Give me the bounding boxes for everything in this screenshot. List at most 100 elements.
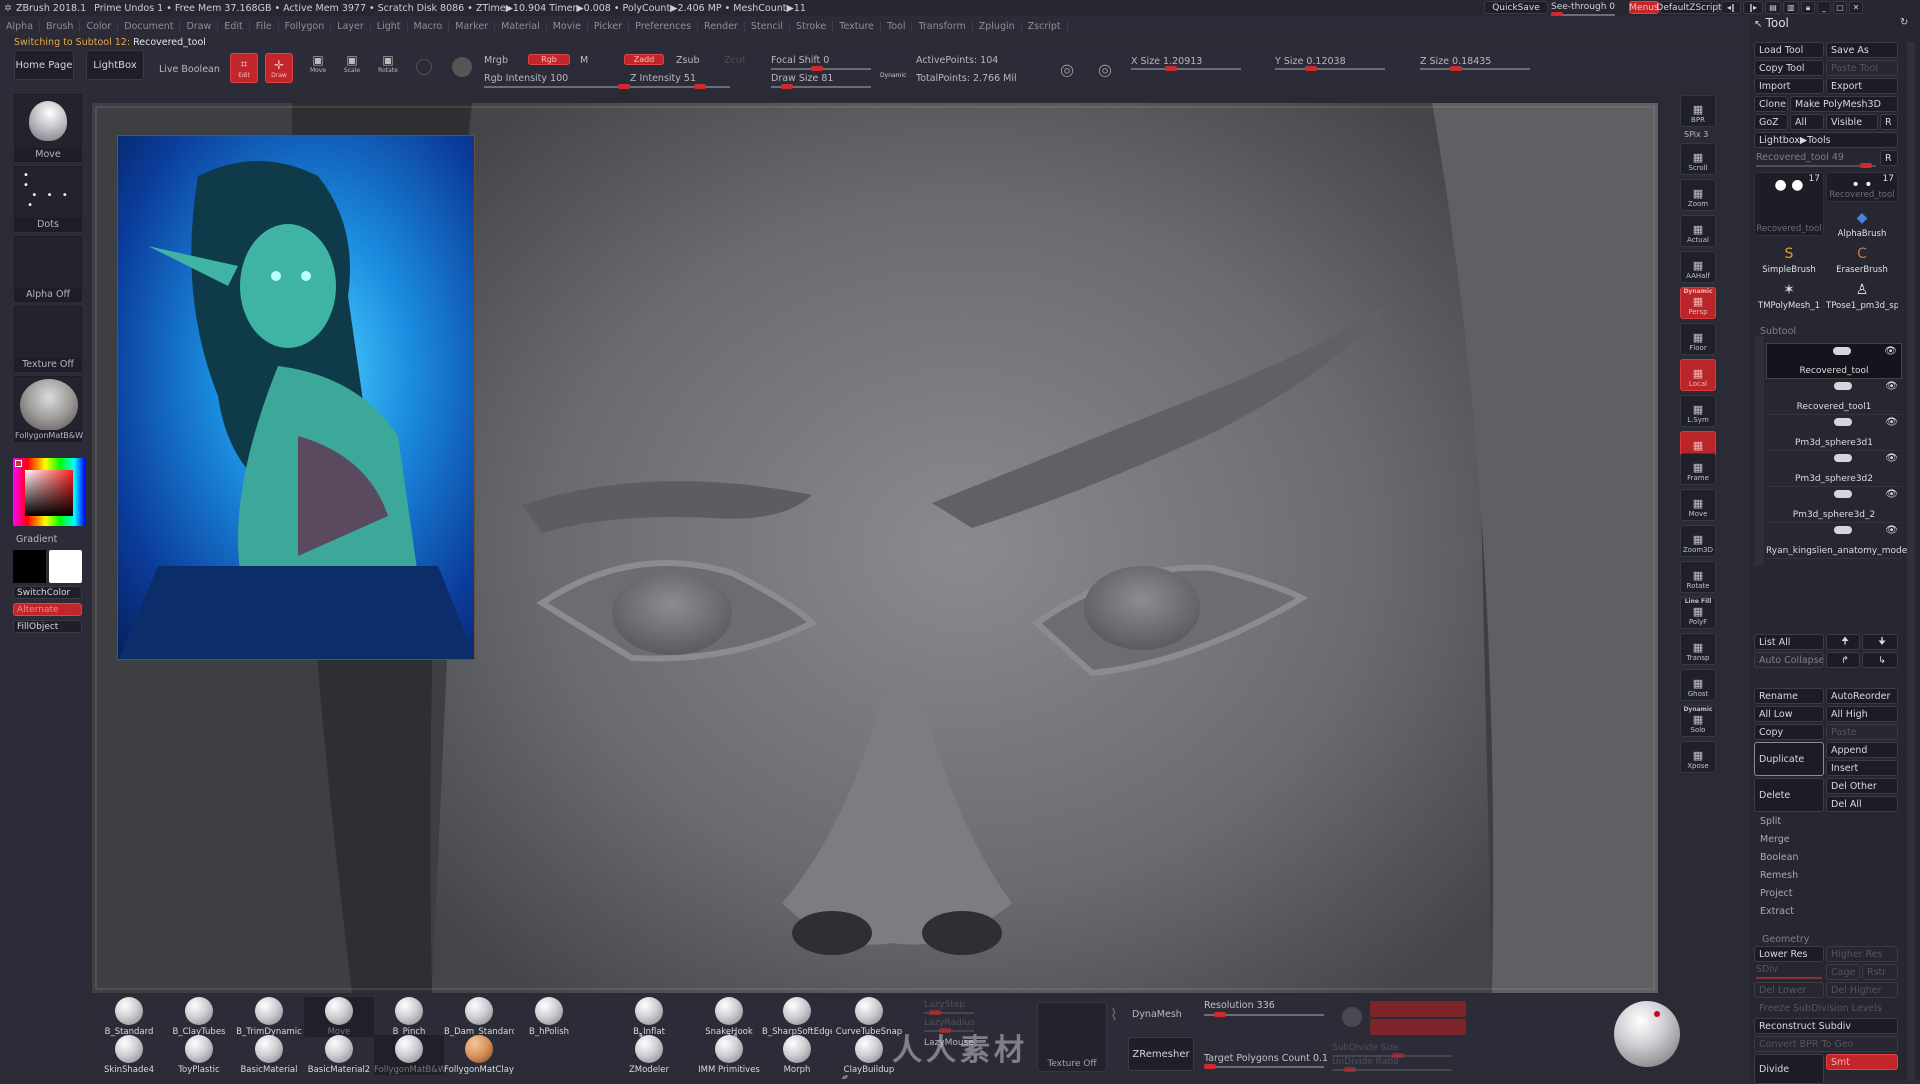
dynamic-toggle[interactable]: Dynamic [880,72,906,79]
brush-slot[interactable]: B_Dam_Standard [444,997,514,1037]
alternate-button[interactable]: Alternate [13,603,82,616]
color-saturation-square[interactable] [25,470,73,516]
del-lower-button[interactable]: Del Lower [1754,982,1824,998]
eye-visibility-icon[interactable]: 👁︎ [1884,346,1897,357]
subtool-section-label[interactable]: Subtool [1760,326,1796,337]
brush-selector[interactable]: Move [14,94,82,162]
target-polygons-slider[interactable]: Target Polygons Count 0.1 [1204,1053,1328,1064]
alpha-selector[interactable]: Alpha Off [14,236,82,302]
minimize-icon[interactable]: _ [1817,1,1831,14]
append-button[interactable]: Append [1826,742,1898,758]
shelf-polyf-button[interactable]: Line Fill ▦ PolyF [1680,597,1716,629]
menu-tool[interactable]: Tool [881,20,913,32]
tool-thumbnail[interactable]: • • 17 Recovered_tool [1826,172,1898,202]
shelf-l-sym-button[interactable]: ▦ L.Sym [1680,395,1716,427]
sphere-mode-icon[interactable] [452,57,472,77]
del-all-button[interactable]: Del All [1826,796,1898,812]
subtool-row[interactable]: 👁︎ Ryan_kingslien_anatomy_mode [1766,523,1907,559]
smt-toggle[interactable]: Smt [1826,1054,1898,1070]
zsub-button[interactable]: Zsub [676,55,700,66]
menu-stroke[interactable]: Stroke [790,20,834,32]
brush-slot[interactable]: B_Standard [94,997,164,1037]
shelf-bpr-button[interactable]: ▦ BPR [1680,95,1716,127]
material-mode-icon[interactable] [416,59,432,75]
maximize-icon[interactable]: □ [1833,1,1847,14]
menu-macro[interactable]: Macro [408,20,450,32]
undivide-ratio-slider[interactable]: UnDivide Ratio [1332,1057,1399,1067]
switch-color-button[interactable]: SwitchColor [13,586,82,599]
texture-selector[interactable]: Texture Off [14,306,82,372]
paste-tool-button[interactable]: Paste Tool [1826,60,1898,76]
zremesher-button[interactable]: ZRemesher [1128,1037,1194,1071]
move-button[interactable]: ▣ Move [306,53,330,74]
focal-shift-slider[interactable]: Focal Shift 0 [771,55,829,66]
fill-object-button[interactable]: FillObject [13,620,82,633]
menu-preferences[interactable]: Preferences [629,20,699,32]
scroll-left-icon[interactable]: ◂‖ [1721,1,1741,14]
reference-image[interactable] [117,135,475,660]
goz-visible-button[interactable]: Visible [1826,114,1878,130]
sdiv-slider[interactable]: SDiv [1756,964,1778,975]
adaptive-size-button[interactable] [1370,1019,1466,1035]
tool-r-button[interactable]: R [1880,150,1898,166]
menu-zplugin[interactable]: Zplugin [973,20,1022,32]
lock-icon[interactable]: 🔒︎ [1801,1,1815,14]
refresh-icon[interactable]: ↻ [1900,17,1908,28]
menu-brush[interactable]: Brush [40,20,81,32]
home-page-button[interactable]: Home Page [14,50,74,80]
move-up-icon[interactable]: 🠉 [1826,634,1860,650]
tool-palette-scrollbar[interactable] [1907,42,1915,1082]
move-down-icon[interactable]: 🠋 [1862,634,1898,650]
menu-transform[interactable]: Transform [912,20,973,32]
tool-thumbnail[interactable]: C EraserBrush [1826,242,1898,276]
polyframe-toggle[interactable] [1834,418,1852,426]
shelf-zoom-button[interactable]: ▦ Zoom [1680,179,1716,211]
save-as-button[interactable]: Save As [1826,42,1898,58]
remesh-section[interactable]: Remesh [1760,870,1798,881]
geometry-section-label[interactable]: Geometry [1762,934,1809,945]
all-high-button[interactable]: All High [1826,706,1898,722]
goz-button[interactable]: GoZ [1754,114,1788,130]
scroll-right-icon[interactable]: ‖▸ [1743,1,1763,14]
menu-texture[interactable]: Texture [833,20,882,32]
mrgb-button[interactable]: Mrgb [484,55,508,66]
shelf-actual-button[interactable]: ▦ Actual [1680,215,1716,247]
merge-section[interactable]: Merge [1760,834,1790,845]
shelf-zoom3d-button[interactable]: ▦ Zoom3D [1680,525,1716,557]
material-slot[interactable]: FollygonMatClay [444,1035,514,1075]
m-button[interactable]: M [580,55,588,66]
current-tool-slider[interactable]: Recovered_tool 49 [1756,152,1844,163]
subtool-row[interactable]: 👁︎ Pm3d_sphere3d_2 [1766,487,1902,523]
shelf-frame-button[interactable]: ▦ Frame [1680,453,1716,485]
brush-slot[interactable]: B_SharpSoftEdge [762,997,832,1037]
draw-size-slider[interactable]: Draw Size 81 [771,73,833,84]
brush-slot[interactable]: B_Inflat [614,997,684,1037]
menu-light[interactable]: Light [371,20,408,32]
main-color-swatch[interactable] [13,550,46,583]
subdivide-size-slider[interactable]: SubDivide Size [1332,1043,1399,1053]
secondary-color-swatch[interactable] [49,550,82,583]
shelf-transp-button[interactable]: ▦ Transp [1680,633,1716,665]
menu-picker[interactable]: Picker [588,20,630,32]
material-slot[interactable]: ToyPlastic [164,1035,234,1075]
close-icon[interactable]: ✕ [1849,1,1863,14]
menu-render[interactable]: Render [698,20,745,32]
copy-subtool-button[interactable]: Copy [1754,724,1824,740]
menu-draw[interactable]: Draw [180,20,219,32]
shelf-solo-button[interactable]: Dynamic ▦ Solo [1680,705,1716,737]
stroke-selector[interactable]: • • • • • • Dots [14,166,82,232]
rename-button[interactable]: Rename [1754,688,1824,704]
menu-file[interactable]: File [250,20,279,32]
cage-button[interactable]: Cage [1826,964,1860,980]
layout-alt-icon[interactable]: ▥ [1783,1,1799,14]
brush-slot[interactable]: B_TrimDynamic [234,997,304,1037]
brush-slot[interactable]: B_Pinch [374,997,444,1037]
material-slot[interactable]: BasicMaterial2 [304,1035,374,1075]
subtool-row[interactable]: 👁︎ Recovered_tool1 [1766,379,1902,415]
subtool-row[interactable]: 👁︎ Pm3d_sphere3d2 [1766,451,1902,487]
material-slot[interactable]: BasicMaterial [234,1035,304,1075]
load-tool-button[interactable]: Load Tool [1754,42,1824,58]
navigation-sphere[interactable] [1614,1001,1680,1067]
auto-reorder-button[interactable]: AutoReorder [1826,688,1898,704]
resolution-slider[interactable]: Resolution 336 [1204,1000,1275,1011]
